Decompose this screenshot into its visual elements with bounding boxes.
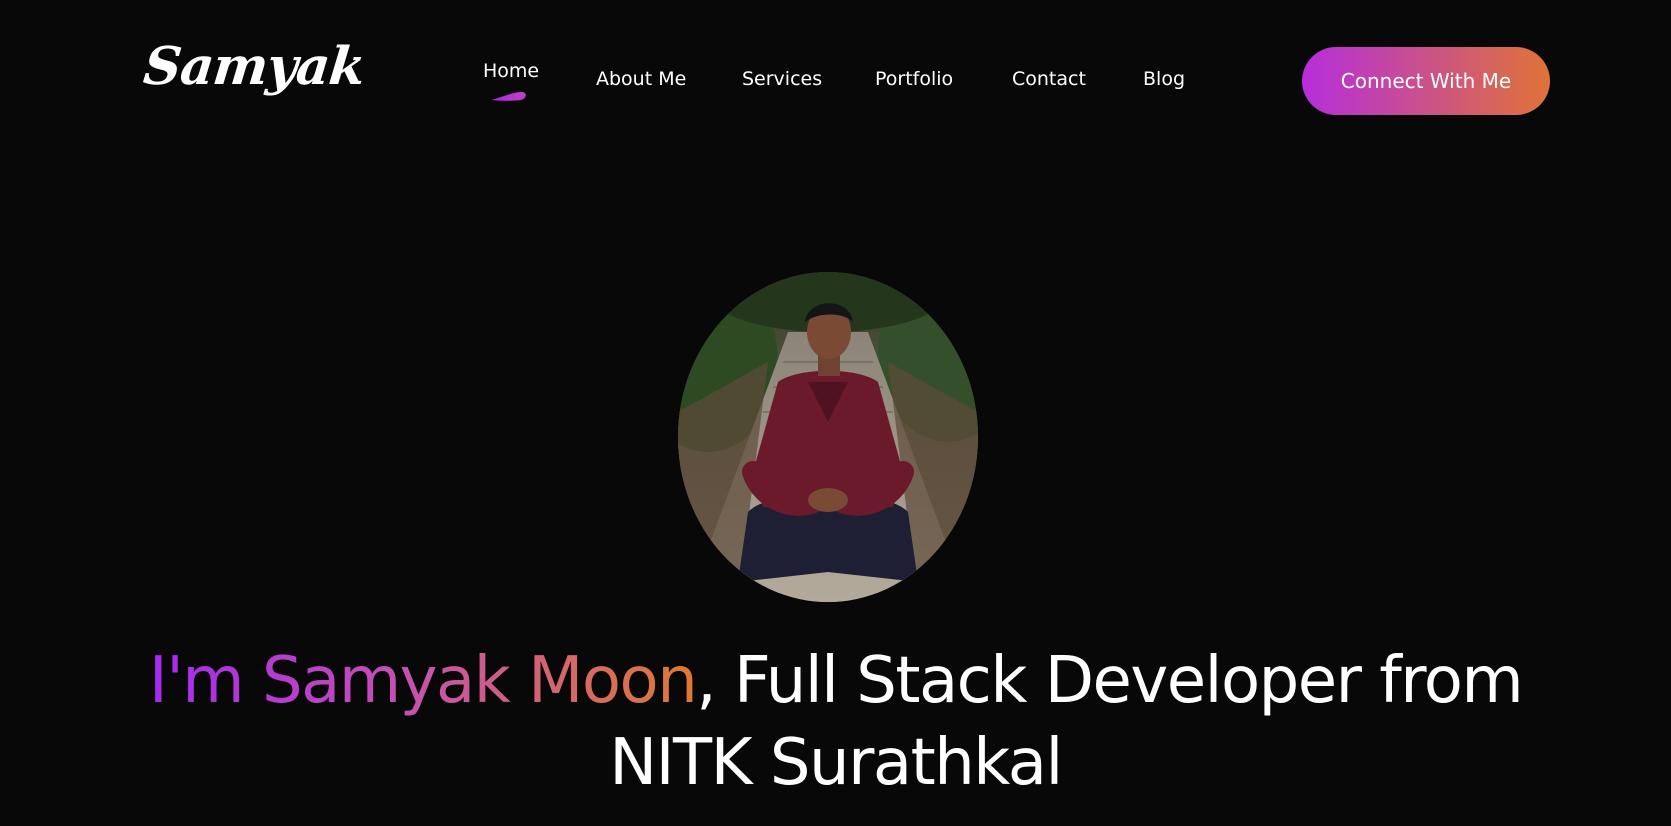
navbar: Samyak Home About Me Services Portfolio … xyxy=(0,0,1671,165)
hero-title-line2: NITK Surathkal xyxy=(609,726,1063,800)
page: Samyak Home About Me Services Portfolio … xyxy=(0,0,1671,826)
hero-name: I'm Samyak Moon xyxy=(148,644,698,718)
connect-with-me-button[interactable]: Connect With Me xyxy=(1302,47,1550,115)
hero-title-rest: , Full Stack Developer from xyxy=(696,644,1523,718)
profile-photo-illustration xyxy=(678,272,978,602)
profile-photo xyxy=(678,272,978,602)
nav-item-services[interactable]: Services xyxy=(742,68,822,90)
nav-item-portfolio[interactable]: Portfolio xyxy=(875,68,953,90)
nav-item-contact[interactable]: Contact xyxy=(1012,68,1086,90)
hero-title: I'm Samyak Moon, Full Stack Developer fr… xyxy=(0,640,1671,804)
nav-item-about-me[interactable]: About Me xyxy=(596,68,686,90)
active-indicator-icon xyxy=(491,91,526,101)
nav-item-blog[interactable]: Blog xyxy=(1143,68,1185,90)
nav-item-home[interactable]: Home xyxy=(483,60,539,82)
